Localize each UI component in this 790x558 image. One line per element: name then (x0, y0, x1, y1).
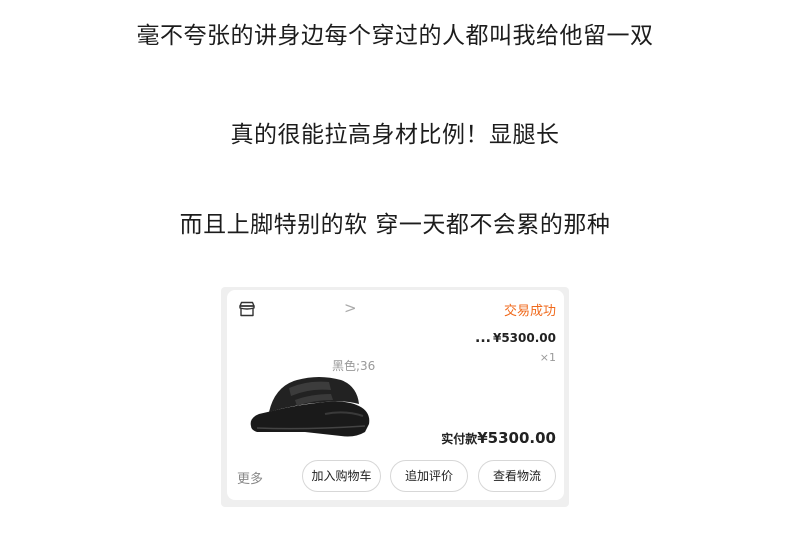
unit-price: ¥5300.00 (492, 331, 556, 345)
product-image[interactable] (245, 368, 375, 440)
caption-line-3: 而且上脚特别的软 穿一天都不会累的那种 (179, 212, 611, 238)
caption-line-2: 真的很能拉高身材比例！显腿长 (230, 122, 560, 148)
store-icon[interactable] (238, 301, 256, 317)
view-logistics-button[interactable]: 查看物流 (478, 460, 556, 492)
add-to-cart-button[interactable]: 加入购物车 (302, 460, 381, 492)
total-label: 实付款 (441, 432, 478, 446)
product-name[interactable]: ... (475, 330, 491, 346)
order-card[interactable]: > 交易成功 ... ¥5300.00 ×1 黑色;36 实付款¥5300.00… (227, 290, 564, 500)
order-status: 交易成功 (503, 304, 556, 319)
chevron-right-icon[interactable]: > (344, 299, 357, 317)
total-amount: ¥5300.00 (477, 429, 556, 447)
add-review-button[interactable]: 追加评价 (390, 460, 468, 492)
quantity: ×1 (539, 351, 556, 364)
total-paid: 实付款¥5300.00 (441, 429, 556, 447)
more-button[interactable]: 更多 (237, 468, 263, 487)
caption-line-1: 毫不夸张的讲身边每个穿过的人都叫我给他留一双 (136, 23, 654, 49)
